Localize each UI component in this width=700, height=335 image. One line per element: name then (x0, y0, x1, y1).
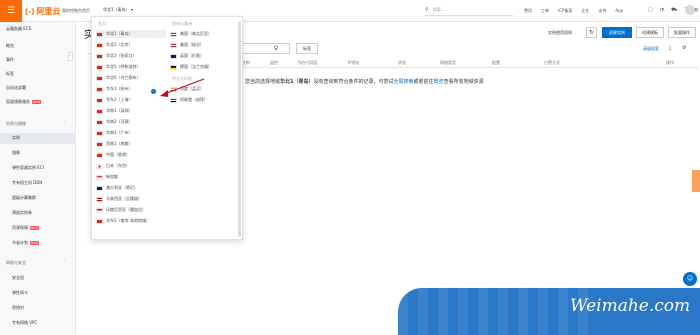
annotation-arrow (160, 78, 205, 97)
watermark-text: Weimahe.com (570, 296, 691, 316)
watermark-banner: Weimahe.com (398, 288, 700, 335)
watermark-stripes (398, 288, 598, 335)
feedback-tab[interactable] (692, 170, 700, 192)
chat-icon[interactable]: ☺ (683, 272, 697, 286)
